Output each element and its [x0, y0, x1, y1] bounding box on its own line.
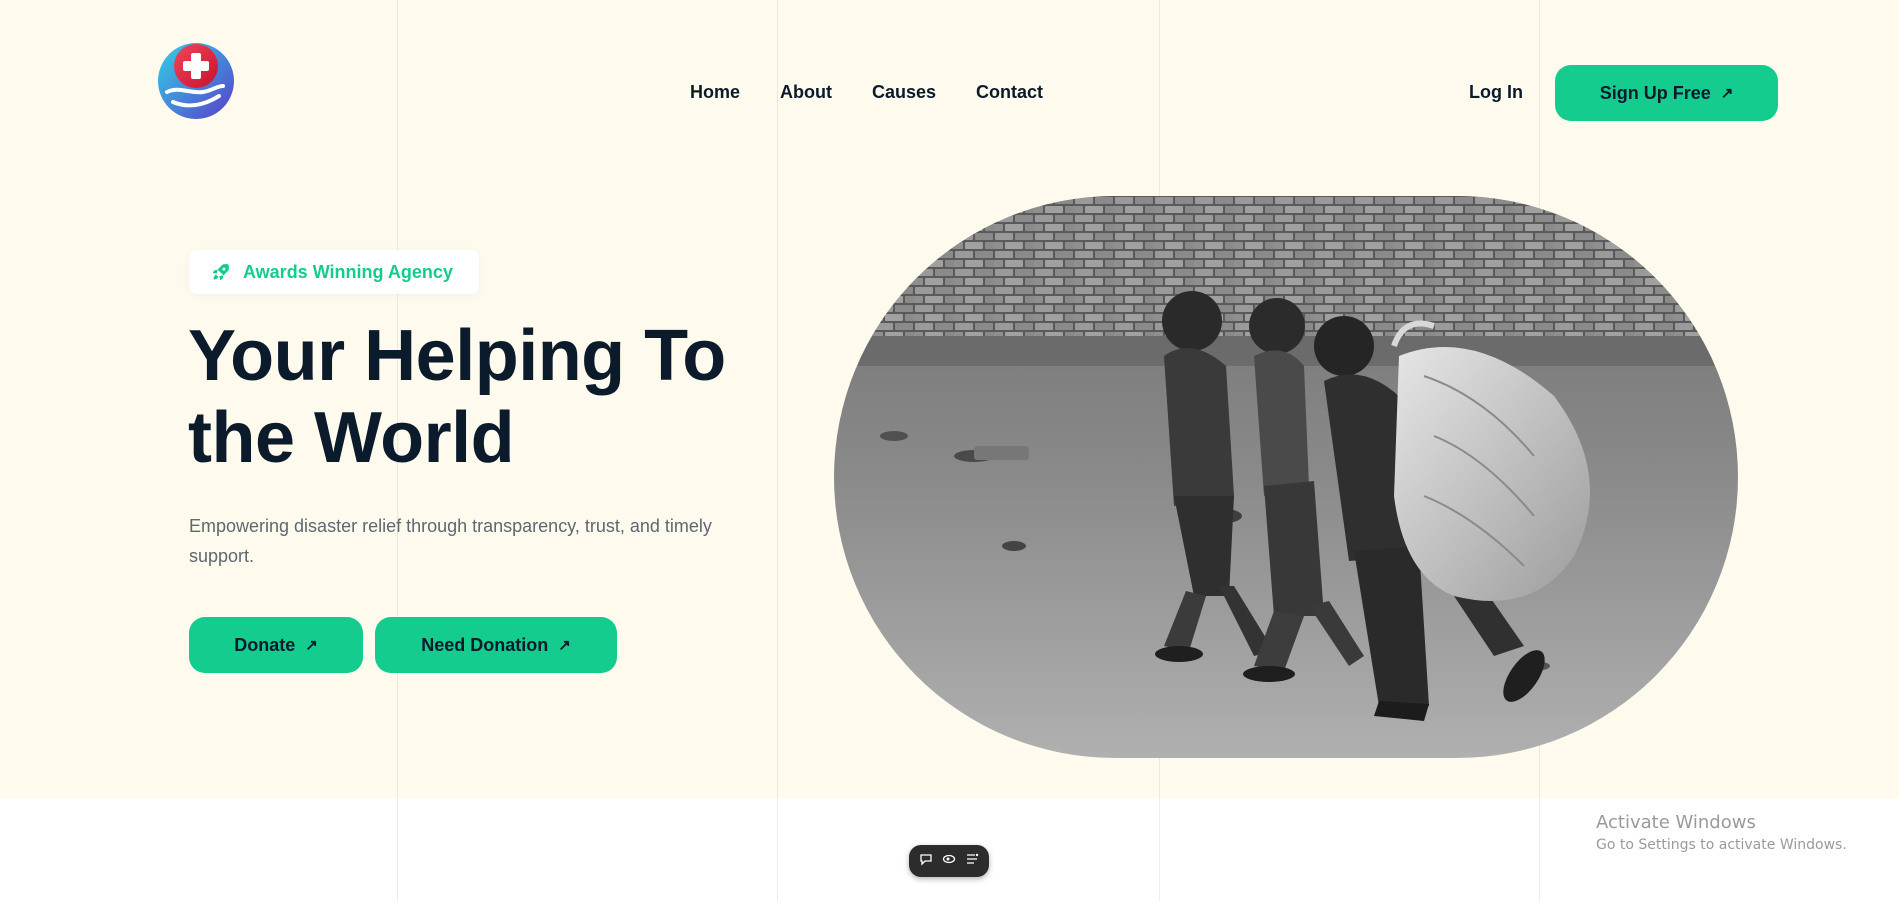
nav-about[interactable]: About	[780, 82, 832, 103]
list-icon[interactable]	[965, 852, 979, 871]
nav-contact[interactable]: Contact	[976, 82, 1043, 103]
medical-cross-hand-icon	[158, 43, 234, 119]
headline-line-2: the World	[188, 398, 515, 478]
headline-line-1: Your Helping To	[188, 316, 726, 396]
eye-icon[interactable]	[942, 852, 956, 871]
hero-subtext: Empowering disaster relief through trans…	[189, 516, 712, 566]
hero-headline: Your Helping To the World	[188, 315, 808, 479]
donate-label: Donate	[234, 634, 296, 655]
main-nav: Home About Causes Contact	[690, 82, 1043, 103]
donate-button[interactable]: Donate ↗	[189, 617, 363, 673]
windows-activation-notice: Activate Windows Go to Settings to activ…	[1596, 812, 1847, 853]
comment-icon[interactable]	[919, 852, 933, 871]
signup-label: Sign Up Free	[1599, 82, 1711, 103]
need-donation-button[interactable]: Need Donation ↗	[375, 617, 617, 673]
badge-text: Awards Winning Agency	[243, 261, 453, 282]
nav-home[interactable]: Home	[690, 82, 740, 103]
logo[interactable]	[157, 42, 235, 120]
login-link[interactable]: Log In	[1469, 82, 1523, 103]
rocket-icon	[212, 264, 229, 281]
arrow-up-right-icon: ↗	[305, 637, 318, 654]
hero-photo	[834, 196, 1738, 758]
award-badge: Awards Winning Agency	[189, 250, 479, 294]
children-walking-photo	[834, 196, 1738, 758]
activate-subtitle: Go to Settings to activate Windows.	[1596, 837, 1847, 853]
signup-button[interactable]: Sign Up Free ↗	[1555, 65, 1778, 121]
activate-title: Activate Windows	[1596, 812, 1756, 833]
floating-toolbar	[909, 845, 989, 877]
arrow-up-right-icon: ↗	[1720, 85, 1734, 102]
nav-causes[interactable]: Causes	[872, 82, 936, 103]
need-donation-label: Need Donation	[421, 634, 549, 655]
arrow-up-right-icon: ↗	[558, 637, 571, 654]
